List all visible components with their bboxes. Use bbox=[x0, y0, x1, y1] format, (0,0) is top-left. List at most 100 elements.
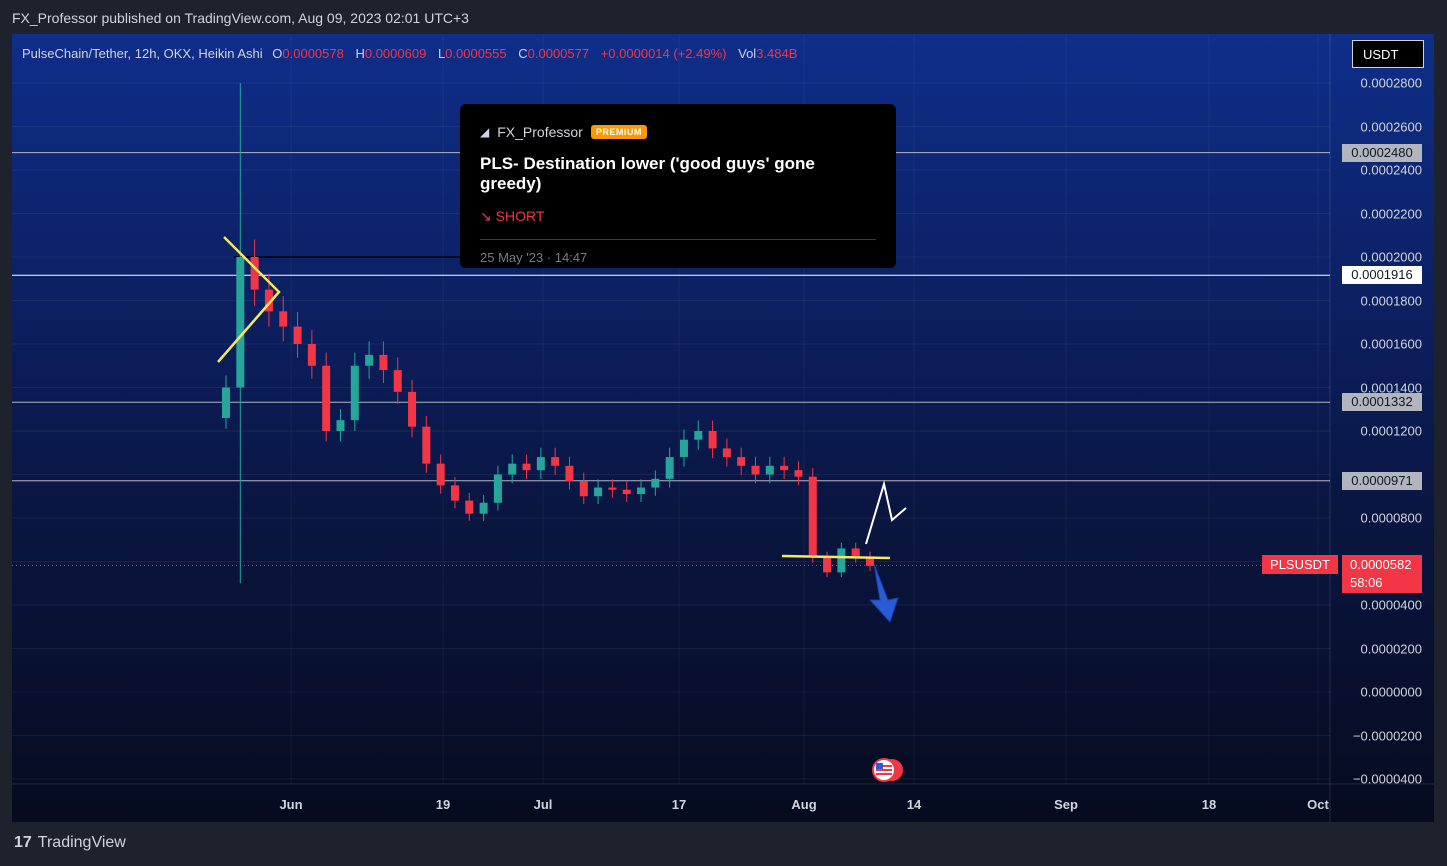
price-axis-label: −0.0000200 bbox=[1352, 728, 1422, 743]
level-price-tag: 0.0002480 bbox=[1342, 143, 1422, 162]
candle-body bbox=[622, 489, 631, 495]
candle-body bbox=[694, 431, 703, 440]
candle-body bbox=[765, 465, 774, 475]
time-axis-label: Aug bbox=[791, 797, 817, 812]
candle-body bbox=[322, 365, 331, 431]
tradingview-footer[interactable]: 17 TradingView bbox=[14, 834, 126, 852]
candle-body bbox=[794, 470, 803, 477]
symbol-legend: PulseChain/Tether, 12h, OKX, Heikin Ashi… bbox=[22, 46, 798, 61]
last-price: 0.0000582 bbox=[1350, 557, 1412, 572]
us-flag-event-icon[interactable] bbox=[870, 756, 906, 784]
legend-symbol: PulseChain/Tether, 12h, OKX, Heikin Ashi bbox=[22, 46, 263, 61]
candle-body bbox=[465, 500, 474, 514]
time-axis-label: Jul bbox=[533, 797, 553, 812]
price-axis-label: 0.0000000 bbox=[1360, 684, 1422, 700]
level-price-tag: 0.0000971 bbox=[1342, 471, 1422, 490]
candle-body bbox=[307, 344, 316, 366]
candle-body bbox=[422, 426, 431, 464]
publish-header: FX_Professor published on TradingView.co… bbox=[12, 10, 469, 26]
idea-title[interactable]: PLS- Destination lower ('good guys' gone… bbox=[480, 154, 876, 194]
candle-body bbox=[508, 463, 517, 475]
price-axis-label: 0.0002000 bbox=[1360, 249, 1422, 265]
price-axis-label: −0.0000400 bbox=[1352, 771, 1422, 787]
candle-body bbox=[293, 326, 302, 344]
candle-body bbox=[279, 311, 288, 327]
candle-body bbox=[565, 465, 574, 482]
idea-direction: ↘ SHORT bbox=[480, 208, 545, 224]
legend-high: 0.0000609 bbox=[364, 46, 427, 61]
candle-body bbox=[222, 387, 230, 418]
tradingview-logo-icon: 17 bbox=[14, 834, 32, 851]
time-axis-label: 18 bbox=[1201, 797, 1217, 812]
candle-body bbox=[679, 439, 688, 458]
candle-body bbox=[837, 548, 846, 573]
candle-body bbox=[665, 457, 674, 479]
candle-body bbox=[823, 557, 832, 573]
candle-body bbox=[737, 457, 746, 466]
support-line-drawing bbox=[781, 554, 891, 560]
time-axis-label: 14 bbox=[906, 797, 922, 812]
candle-body bbox=[408, 391, 417, 427]
price-axis-label: 0.0002200 bbox=[1360, 206, 1422, 221]
bar-countdown: 58:06 bbox=[1350, 575, 1383, 590]
idea-card[interactable]: ◢ FX_Professor PREMIUM PLS- Destination … bbox=[460, 104, 896, 268]
time-axis-label: Sep bbox=[1054, 797, 1078, 812]
legend-low: 0.0000555 bbox=[445, 46, 507, 61]
candle-body bbox=[808, 476, 817, 558]
author-avatar-icon: ◢ bbox=[480, 125, 490, 139]
candle-body bbox=[708, 431, 717, 449]
legend-close: 0.0000577 bbox=[527, 46, 590, 61]
candle-body bbox=[751, 465, 760, 475]
price-axis-label: 0.0000200 bbox=[1360, 641, 1422, 656]
candle-body bbox=[536, 457, 545, 471]
candle-body bbox=[436, 463, 445, 486]
candle-body bbox=[551, 457, 560, 466]
candle-body bbox=[493, 474, 502, 503]
candle-body bbox=[651, 478, 660, 488]
tradingview-brand: TradingView bbox=[37, 834, 126, 851]
candle-body bbox=[393, 370, 402, 392]
candle-body bbox=[579, 481, 588, 497]
price-axis-label: 0.0002400 bbox=[1360, 162, 1422, 178]
candle-body bbox=[236, 257, 245, 388]
candle-body bbox=[365, 354, 374, 366]
idea-date: 25 May '23 · 14:47 bbox=[480, 250, 588, 265]
idea-author[interactable]: FX_Professor bbox=[497, 124, 583, 140]
candle-body bbox=[851, 548, 860, 558]
candle-body bbox=[594, 487, 603, 497]
candle-body bbox=[379, 354, 388, 371]
time-axis-label: 19 bbox=[435, 797, 451, 812]
candle-body bbox=[479, 502, 488, 514]
candle-body bbox=[608, 487, 617, 490]
level-price-tag: 0.0001916 bbox=[1342, 266, 1422, 285]
candle-body bbox=[336, 420, 345, 431]
price-axis-label: 0.0001200 bbox=[1360, 423, 1422, 439]
price-axis-label: 0.0001600 bbox=[1360, 336, 1422, 352]
price-axis-label: 0.0002800 bbox=[1360, 75, 1422, 91]
white-arrow-drawing bbox=[865, 480, 907, 545]
legend-volume: 3.484B bbox=[756, 46, 798, 61]
idea-divider bbox=[480, 239, 876, 240]
time-axis-label: 17 bbox=[671, 797, 687, 812]
candle-body bbox=[350, 365, 359, 421]
candle-body bbox=[722, 448, 731, 458]
legend-change: +0.0000014 (+2.49%) bbox=[600, 46, 727, 61]
blue-down-arrow-drawing bbox=[868, 563, 899, 623]
price-axis-label: 0.0000400 bbox=[1360, 597, 1422, 613]
time-axis-label: Jun bbox=[279, 797, 303, 812]
price-axis-label: 0.0000800 bbox=[1360, 510, 1422, 526]
time-axis-label: Oct bbox=[1307, 797, 1329, 812]
level-price-tag: 0.0001332 bbox=[1342, 393, 1422, 412]
price-axis-label: 0.0001800 bbox=[1360, 293, 1422, 308]
price-axis-label: 0.0002600 bbox=[1360, 119, 1422, 134]
candle-body bbox=[450, 485, 459, 501]
candle-body bbox=[250, 257, 259, 290]
symbol-tag: PLSUSDT bbox=[1262, 555, 1338, 574]
candle-body bbox=[522, 463, 531, 471]
currency-button[interactable]: USDT bbox=[1352, 40, 1424, 68]
legend-open: 0.0000578 bbox=[282, 46, 344, 61]
premium-badge: PREMIUM bbox=[590, 125, 647, 139]
candle-body bbox=[637, 487, 646, 495]
candle-body bbox=[780, 465, 789, 471]
last-price-tag: 0.0000582 58:06 bbox=[1342, 555, 1422, 593]
